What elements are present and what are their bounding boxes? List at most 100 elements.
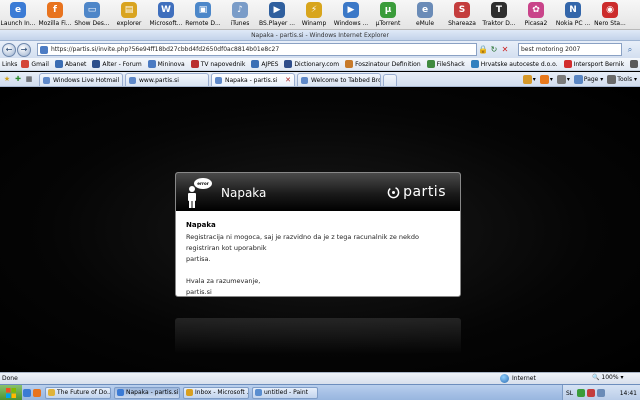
quicklaunch-label: Remote D... bbox=[185, 20, 221, 27]
link-item[interactable]: AJPES bbox=[251, 60, 278, 68]
url-text: https://partis.si/invite.php?56e94ff18bd… bbox=[51, 46, 280, 53]
search-icon[interactable]: ⌕ bbox=[624, 44, 636, 55]
task-app-icon bbox=[117, 389, 124, 396]
quicklaunch-item[interactable]: S Shareaza bbox=[444, 0, 480, 29]
link-favicon-icon bbox=[190, 60, 199, 68]
forward-button[interactable]: → bbox=[17, 42, 31, 57]
tab-bar: ★ ✚ ▦ Windows Live Hotmail www.partis.si N… bbox=[0, 72, 640, 87]
taskbar-task[interactable]: The Future of Do... bbox=[45, 386, 111, 399]
search-input[interactable]: best motoring 2007 bbox=[518, 43, 622, 56]
new-tab-button[interactable] bbox=[383, 74, 397, 86]
taskbar-task[interactable]: Inbox - Microsoft ... bbox=[183, 386, 249, 399]
quicklaunch-item[interactable]: e eMule bbox=[407, 0, 443, 29]
volume-icon[interactable] bbox=[597, 389, 606, 397]
browser-tab[interactable]: Windows Live Hotmail bbox=[39, 73, 123, 86]
quicklaunch-item[interactable]: ◉ Nero Sta... bbox=[592, 0, 628, 29]
quicklaunch-item[interactable]: N Nokia PC ... bbox=[555, 0, 591, 29]
tab-label: www.partis.si bbox=[139, 76, 179, 84]
window-title: Napaka - partis.si - Windows Internet Ex… bbox=[251, 31, 389, 39]
link-item[interactable]: Mininova bbox=[147, 60, 185, 68]
quicklaunch-item[interactable]: ▣ Remote D... bbox=[185, 0, 221, 29]
refresh-icon[interactable]: ↻ bbox=[489, 44, 499, 55]
quicklaunch-item[interactable]: W Microsoft... bbox=[148, 0, 184, 29]
quicklaunch-label: Mozilla Fi... bbox=[38, 20, 72, 27]
link-favicon-icon bbox=[147, 60, 156, 68]
link-item[interactable]: Hrvatske autoceste d.o.o. bbox=[470, 60, 558, 68]
tab-list-icon[interactable]: ▦ bbox=[24, 74, 34, 84]
link-label: Alter - Forum bbox=[102, 60, 142, 68]
url-field[interactable]: https://partis.si/invite.php?56e94ff18bd… bbox=[37, 43, 477, 56]
quicklaunch-ie-icon[interactable] bbox=[23, 388, 31, 397]
browser-tab[interactable]: Napaka - partis.si ✕ bbox=[211, 73, 295, 86]
browser-tab[interactable]: Welcome to Tabbed Brow... bbox=[297, 73, 381, 86]
taskbar-task[interactable]: untitled - Paint bbox=[252, 386, 318, 399]
start-button[interactable] bbox=[0, 384, 22, 400]
message-line-3: Hvala za razumevanje, bbox=[186, 277, 261, 285]
quicklaunch-item[interactable]: ▭ Show Des... bbox=[74, 0, 110, 29]
browser-tab[interactable]: www.partis.si bbox=[125, 73, 209, 86]
taskbar-task[interactable]: Napaka - partis.si ... bbox=[114, 386, 180, 399]
link-item[interactable]: Intersport Bernik bbox=[563, 60, 625, 68]
quicklaunch-item[interactable]: ▶ Windows ... bbox=[333, 0, 369, 29]
lock-icon[interactable]: 🔒 bbox=[478, 44, 488, 55]
quicklaunch-firefox-icon[interactable] bbox=[33, 388, 41, 397]
quicklaunch-item[interactable]: ♪ iTunes bbox=[222, 0, 258, 29]
link-favicon-icon bbox=[21, 60, 30, 68]
person-icon bbox=[188, 186, 196, 208]
print-button[interactable]: ▾ bbox=[556, 74, 570, 84]
tab-close-icon[interactable]: ✕ bbox=[285, 76, 291, 84]
link-favicon-icon bbox=[470, 60, 479, 68]
message-line-1: Registracija ni mogoca, saj je razvidno … bbox=[186, 233, 419, 252]
favorites-star-icon[interactable]: ★ bbox=[2, 74, 12, 84]
home-button[interactable]: ▾ bbox=[522, 74, 536, 84]
dialog-title: Napaka bbox=[221, 186, 267, 200]
page-menu[interactable]: Page ▾ bbox=[573, 74, 603, 84]
tray-app-icon[interactable] bbox=[587, 389, 596, 397]
language-indicator[interactable]: SL bbox=[566, 390, 573, 397]
quicklaunch-item[interactable]: ⚡ Winamp bbox=[296, 0, 332, 29]
app-icon: N bbox=[565, 2, 581, 18]
link-favicon-icon bbox=[92, 60, 101, 68]
link-label: Intersport Bernik bbox=[573, 60, 625, 68]
tab-favicon-icon bbox=[301, 76, 308, 84]
link-item[interactable]: Abanet bbox=[54, 60, 86, 68]
quicklaunch-item[interactable]: T Traktor D... bbox=[481, 0, 517, 29]
status-text: Done bbox=[2, 375, 18, 382]
task-buttons: The Future of Do... Napaka - partis.si ..… bbox=[42, 386, 318, 399]
quicklaunch-item[interactable]: ▤ explorer bbox=[111, 0, 147, 29]
back-button[interactable]: ← bbox=[2, 42, 16, 57]
quicklaunch-item[interactable]: µ µTorrent bbox=[370, 0, 406, 29]
link-item[interactable]: FileShack bbox=[426, 60, 465, 68]
link-item[interactable]: TV napovednik bbox=[190, 60, 245, 68]
quicklaunch-label: Show Des... bbox=[74, 20, 110, 27]
app-icon: e bbox=[10, 2, 26, 18]
link-item[interactable]: Alter - Forum bbox=[92, 60, 142, 68]
quick-launch-toolbar: e Launch In... f Mozilla Fi... ▭ Show Des... ▤… bbox=[0, 0, 640, 30]
stop-icon[interactable]: ✕ bbox=[500, 44, 510, 55]
link-item[interactable]: Gmail bbox=[21, 60, 49, 68]
dialog-reflection bbox=[175, 318, 461, 354]
tools-menu[interactable]: Tools ▾ bbox=[607, 74, 637, 84]
link-item[interactable]: Dictionary.com bbox=[284, 60, 339, 68]
quicklaunch-item[interactable]: e Launch In... bbox=[0, 0, 36, 29]
network-icon[interactable] bbox=[577, 389, 586, 397]
task-label: The Future of Do... bbox=[57, 389, 111, 396]
quicklaunch-item[interactable]: f Mozilla Fi... bbox=[37, 0, 73, 29]
security-zone[interactable]: Internet bbox=[500, 374, 536, 383]
quicklaunch-label: eMule bbox=[415, 20, 435, 27]
tab-tools: ★ ✚ ▦ bbox=[2, 72, 35, 86]
link-item[interactable]: Foszinatour Definition bbox=[345, 60, 421, 68]
link-favicon-icon bbox=[284, 60, 293, 68]
quicklaunch-item[interactable]: ▶ BS.Player ... bbox=[259, 0, 295, 29]
link-favicon-icon bbox=[251, 60, 260, 68]
feeds-button[interactable]: ▾ bbox=[539, 74, 553, 84]
app-icon: T bbox=[491, 2, 507, 18]
clock[interactable]: 14:41 bbox=[620, 390, 637, 397]
zoom-control[interactable]: 🔍 100% ▾ bbox=[592, 374, 623, 381]
task-label: Napaka - partis.si ... bbox=[126, 389, 179, 396]
quicklaunch-item[interactable]: ✿ Picasa2 bbox=[518, 0, 554, 29]
quicklaunch-label: Winamp bbox=[301, 20, 327, 27]
add-favorite-icon[interactable]: ✚ bbox=[13, 74, 23, 84]
arrow-right-icon: → bbox=[20, 45, 28, 54]
link-item[interactable]: Koza bbox=[630, 60, 640, 68]
